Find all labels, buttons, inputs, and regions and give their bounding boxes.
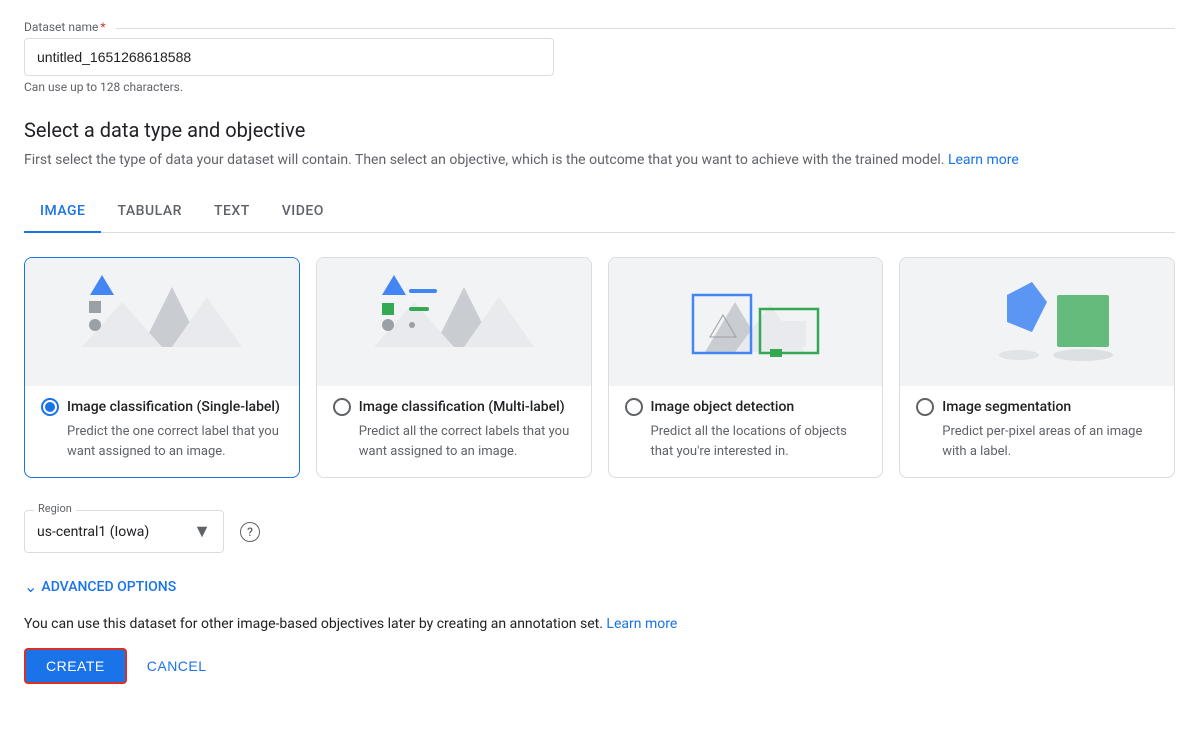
region-chevron-icon: ▼ xyxy=(193,521,211,542)
card-single-label-desc: Predict the one correct label that you w… xyxy=(41,422,283,461)
card-object-detection-desc: Predict all the locations of objects tha… xyxy=(625,422,867,461)
card-single-label[interactable]: Image classification (Single-label) Pred… xyxy=(24,257,300,478)
region-label: Region xyxy=(34,502,76,515)
card-segmentation-body: Image segmentation Predict per-pixel are… xyxy=(900,386,1174,477)
footer-learn-more-link[interactable]: Learn more xyxy=(606,616,677,632)
card-multi-label-title-row: Image classification (Multi-label) xyxy=(333,398,575,416)
region-field: Region us-central1 (Iowa) ▼ xyxy=(24,510,224,553)
tab-tabular[interactable]: TABULAR xyxy=(101,191,197,233)
dataset-name-label: Dataset name* xyxy=(24,20,1175,34)
card-object-detection-title-row: Image object detection xyxy=(625,398,867,416)
tab-image[interactable]: IMAGE xyxy=(24,191,101,233)
objective-cards: Image classification (Single-label) Pred… xyxy=(24,257,1175,478)
region-section: Region us-central1 (Iowa) ▼ ? xyxy=(24,510,1175,553)
card-single-label-title-row: Image classification (Single-label) xyxy=(41,398,283,416)
region-select-value: us-central1 (Iowa) xyxy=(37,524,185,540)
card-multi-label[interactable]: Image classification (Multi-label) Predi… xyxy=(316,257,592,478)
card-segmentation-title: Image segmentation xyxy=(942,399,1071,415)
dataset-name-hint: Can use up to 128 characters. xyxy=(24,80,1175,94)
card-single-label-body: Image classification (Single-label) Pred… xyxy=(25,386,299,477)
card-object-detection-body: Image object detection Predict all the l… xyxy=(609,386,883,477)
card-object-detection-image xyxy=(609,258,883,386)
dataset-name-input[interactable] xyxy=(24,38,554,76)
card-multi-label-image xyxy=(317,258,591,386)
section-learn-more-link[interactable]: Learn more xyxy=(948,152,1019,168)
region-select[interactable]: us-central1 (Iowa) ▼ xyxy=(24,510,224,553)
section-title: Select a data type and objective xyxy=(24,118,1175,142)
advanced-options-label: ADVANCED OPTIONS xyxy=(41,579,176,595)
card-multi-label-title: Image classification (Multi-label) xyxy=(359,399,565,415)
tab-video[interactable]: VIDEO xyxy=(266,191,340,233)
tab-text[interactable]: TEXT xyxy=(198,191,266,233)
action-buttons: CREATE CANCEL xyxy=(24,648,1175,684)
advanced-options-chevron-icon: ⌄ xyxy=(24,577,37,596)
card-single-label-image xyxy=(25,258,299,386)
radio-segmentation[interactable] xyxy=(916,398,934,416)
objective-section: Select a data type and objective First s… xyxy=(24,118,1175,684)
create-button[interactable]: CREATE xyxy=(24,648,127,684)
card-single-label-title: Image classification (Single-label) xyxy=(67,399,280,415)
card-multi-label-desc: Predict all the correct labels that you … xyxy=(333,422,575,461)
section-desc: First select the type of data your datas… xyxy=(24,150,1175,171)
radio-object-detection[interactable] xyxy=(625,398,643,416)
dataset-name-section: Dataset name* Can use up to 128 characte… xyxy=(24,20,1175,94)
card-multi-label-body: Image classification (Multi-label) Predi… xyxy=(317,386,591,477)
card-segmentation-desc: Predict per-pixel areas of an image with… xyxy=(916,422,1158,461)
card-object-detection[interactable]: Image object detection Predict all the l… xyxy=(608,257,884,478)
footer-text: You can use this dataset for other image… xyxy=(24,616,1175,632)
cancel-button[interactable]: CANCEL xyxy=(135,650,219,682)
card-segmentation-image xyxy=(900,258,1174,386)
card-segmentation[interactable]: Image segmentation Predict per-pixel are… xyxy=(899,257,1175,478)
card-segmentation-title-row: Image segmentation xyxy=(916,398,1158,416)
advanced-options-toggle[interactable]: ⌄ ADVANCED OPTIONS xyxy=(24,577,1175,596)
data-type-tabs: IMAGE TABULAR TEXT VIDEO xyxy=(24,191,1175,233)
region-help-icon[interactable]: ? xyxy=(240,522,260,542)
radio-single-label[interactable] xyxy=(41,398,59,416)
radio-multi-label[interactable] xyxy=(333,398,351,416)
card-object-detection-title: Image object detection xyxy=(651,399,795,415)
